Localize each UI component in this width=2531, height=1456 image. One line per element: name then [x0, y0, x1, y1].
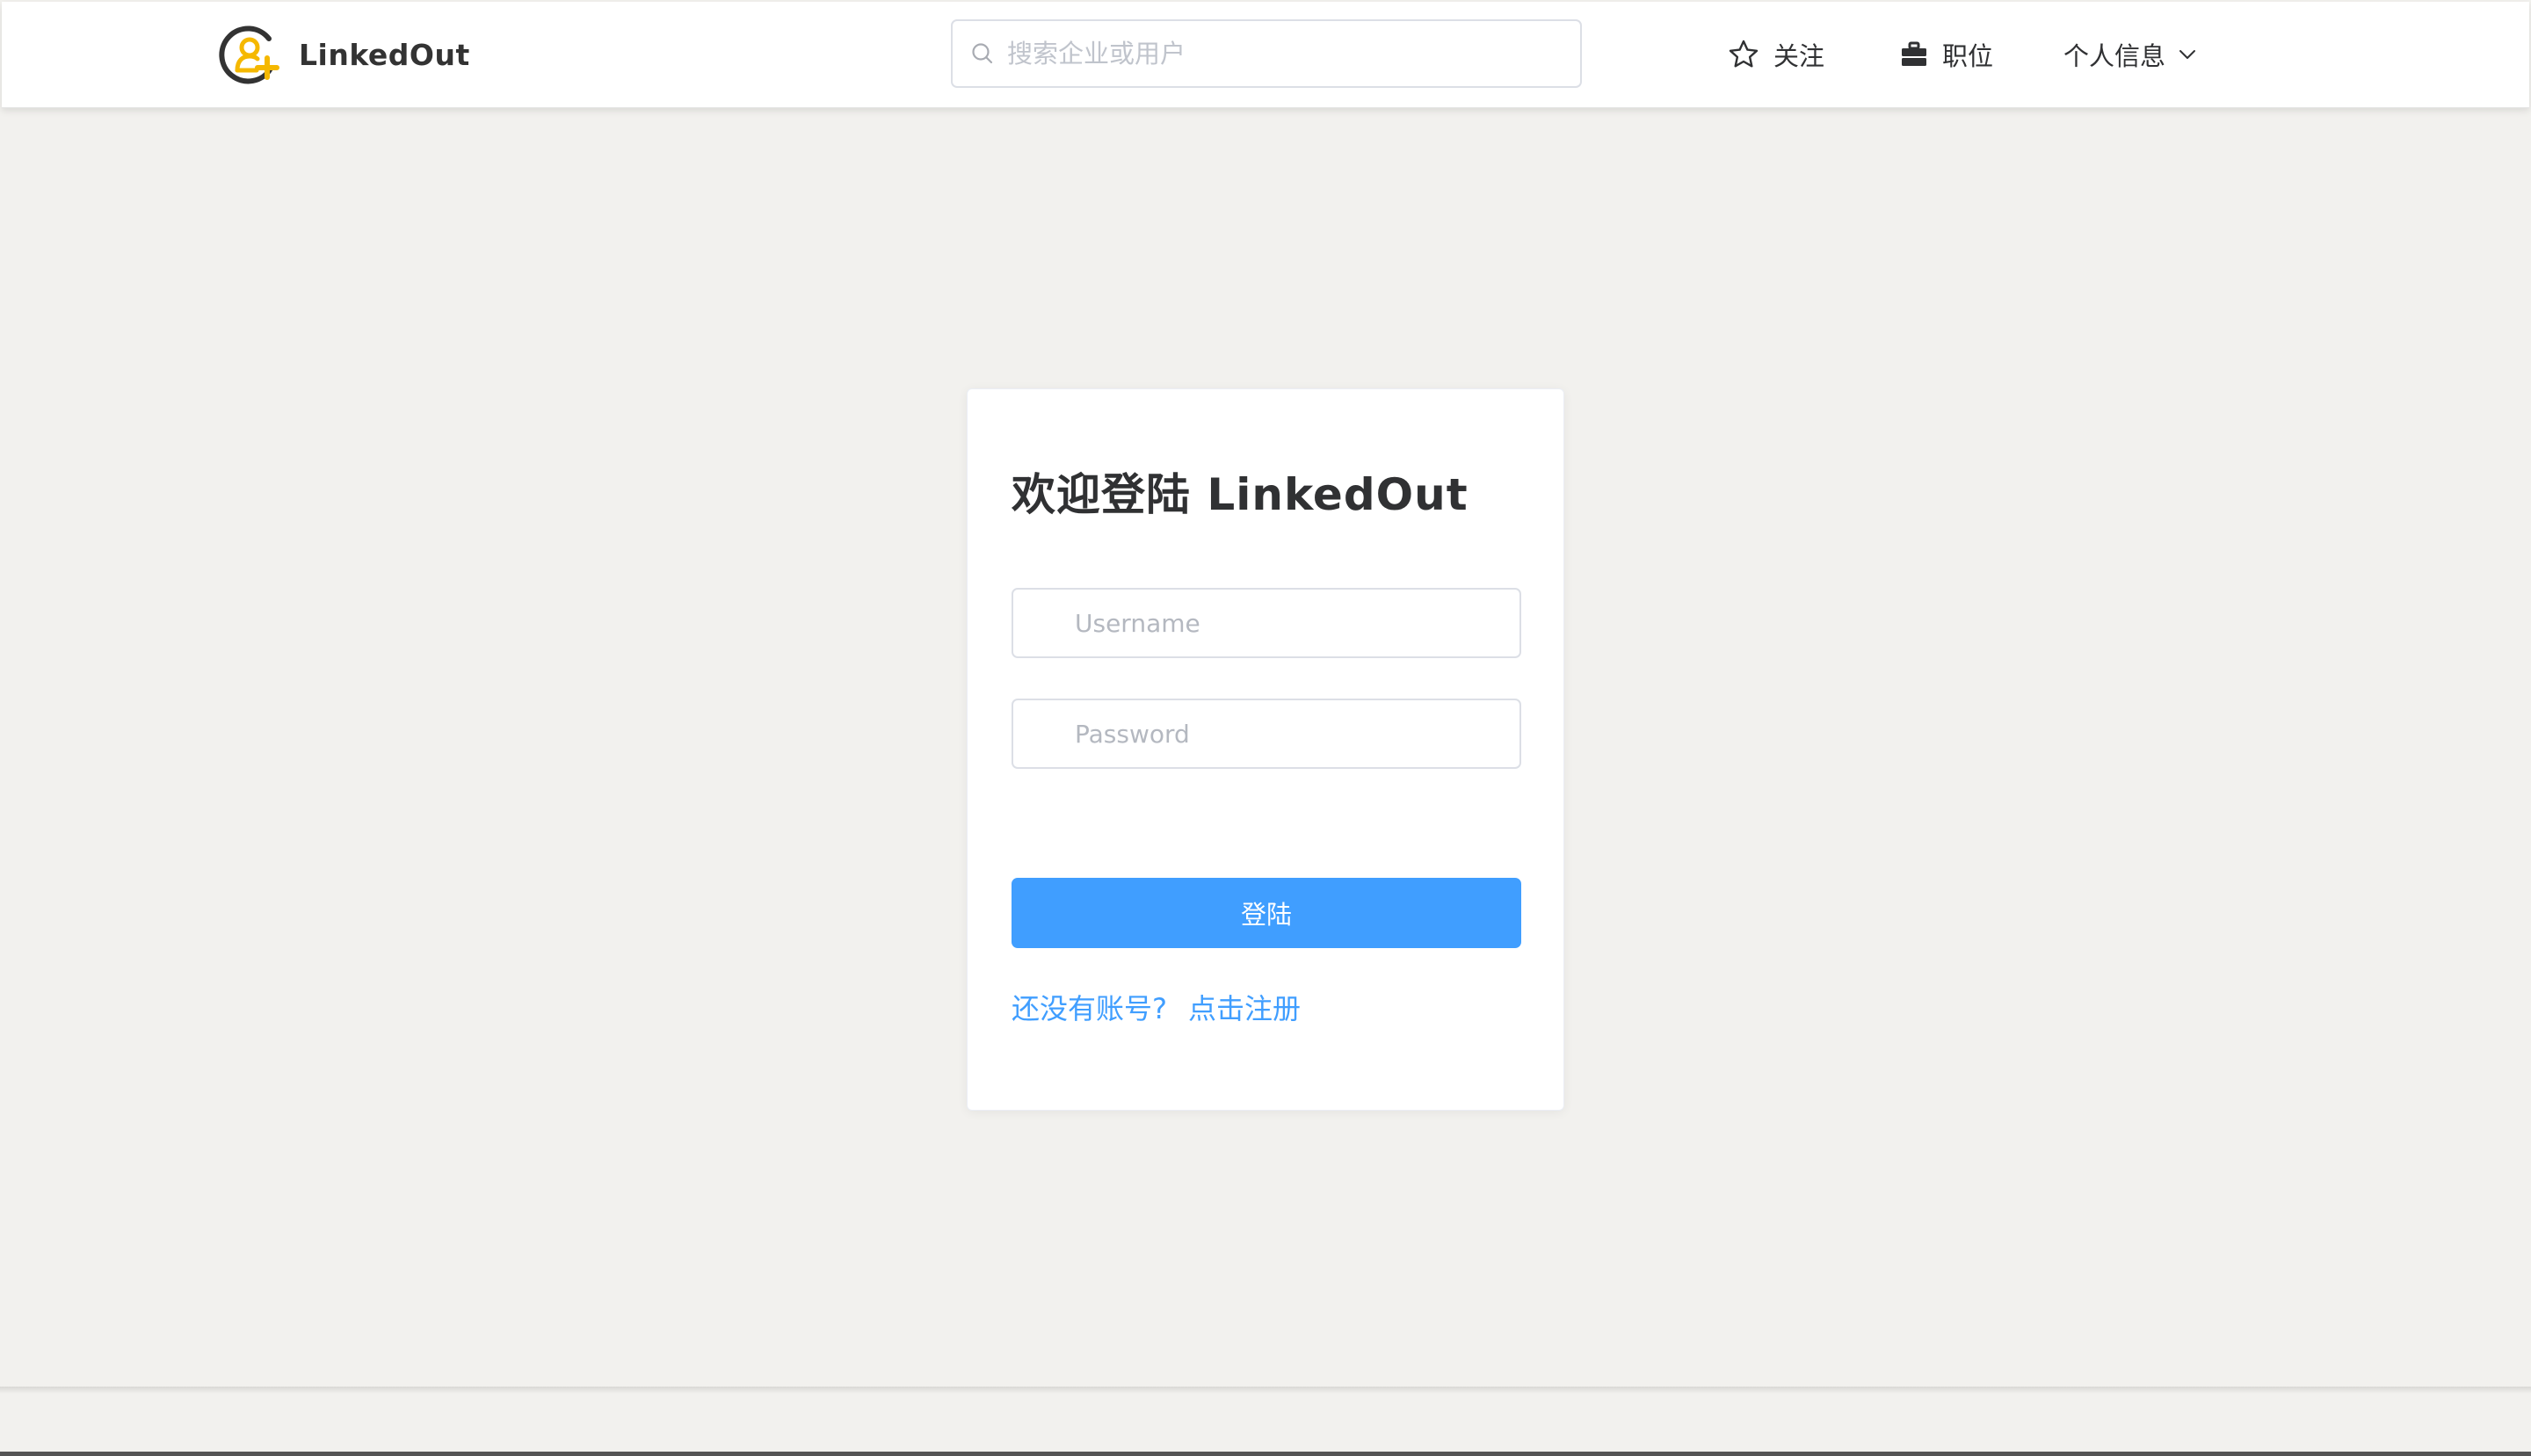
username-input[interactable]: [1075, 608, 1497, 638]
nav-jobs[interactable]: 职位: [1900, 2, 1993, 107]
star-icon: [1728, 39, 1759, 70]
search-icon: [970, 41, 995, 66]
nav-profile-label: 个人信息: [2063, 41, 2166, 71]
register-link[interactable]: 点击注册: [1188, 992, 1301, 1025]
password-input[interactable]: [1075, 719, 1497, 749]
nav-follow-label: 关注: [1773, 41, 1825, 71]
nav-profile-dropdown[interactable]: 个人信息: [2063, 2, 2197, 107]
window-bottom-edge: [0, 1452, 2531, 1456]
login-title: 欢迎登陆 LinkedOut: [1012, 469, 1469, 520]
top-navbar: LinkedOut 关注 职位 个人信息: [2, 2, 2529, 108]
briefcase-icon: [1900, 40, 1928, 69]
user-plus-logo-icon: [219, 25, 279, 84]
username-field[interactable]: [1012, 588, 1521, 658]
password-field[interactable]: [1012, 699, 1521, 769]
nav-follow[interactable]: 关注: [1728, 2, 1824, 107]
login-button[interactable]: 登陆: [1012, 878, 1521, 948]
register-prompt: 还没有账号? 点击注册: [1012, 987, 1301, 1027]
content-bottom-shadow: [0, 1387, 2531, 1394]
search-input[interactable]: [1007, 39, 1534, 69]
nav-jobs-label: 职位: [1942, 41, 1994, 71]
chevron-down-icon: [2178, 48, 2197, 61]
search-box[interactable]: [951, 19, 1582, 88]
brand-logo[interactable]: LinkedOut: [218, 23, 470, 86]
brand-name: LinkedOut: [299, 37, 470, 72]
no-account-text: 还没有账号?: [1012, 992, 1167, 1025]
login-card: 欢迎登陆 LinkedOut 登陆 还没有账号? 点击注册: [967, 388, 1564, 1111]
